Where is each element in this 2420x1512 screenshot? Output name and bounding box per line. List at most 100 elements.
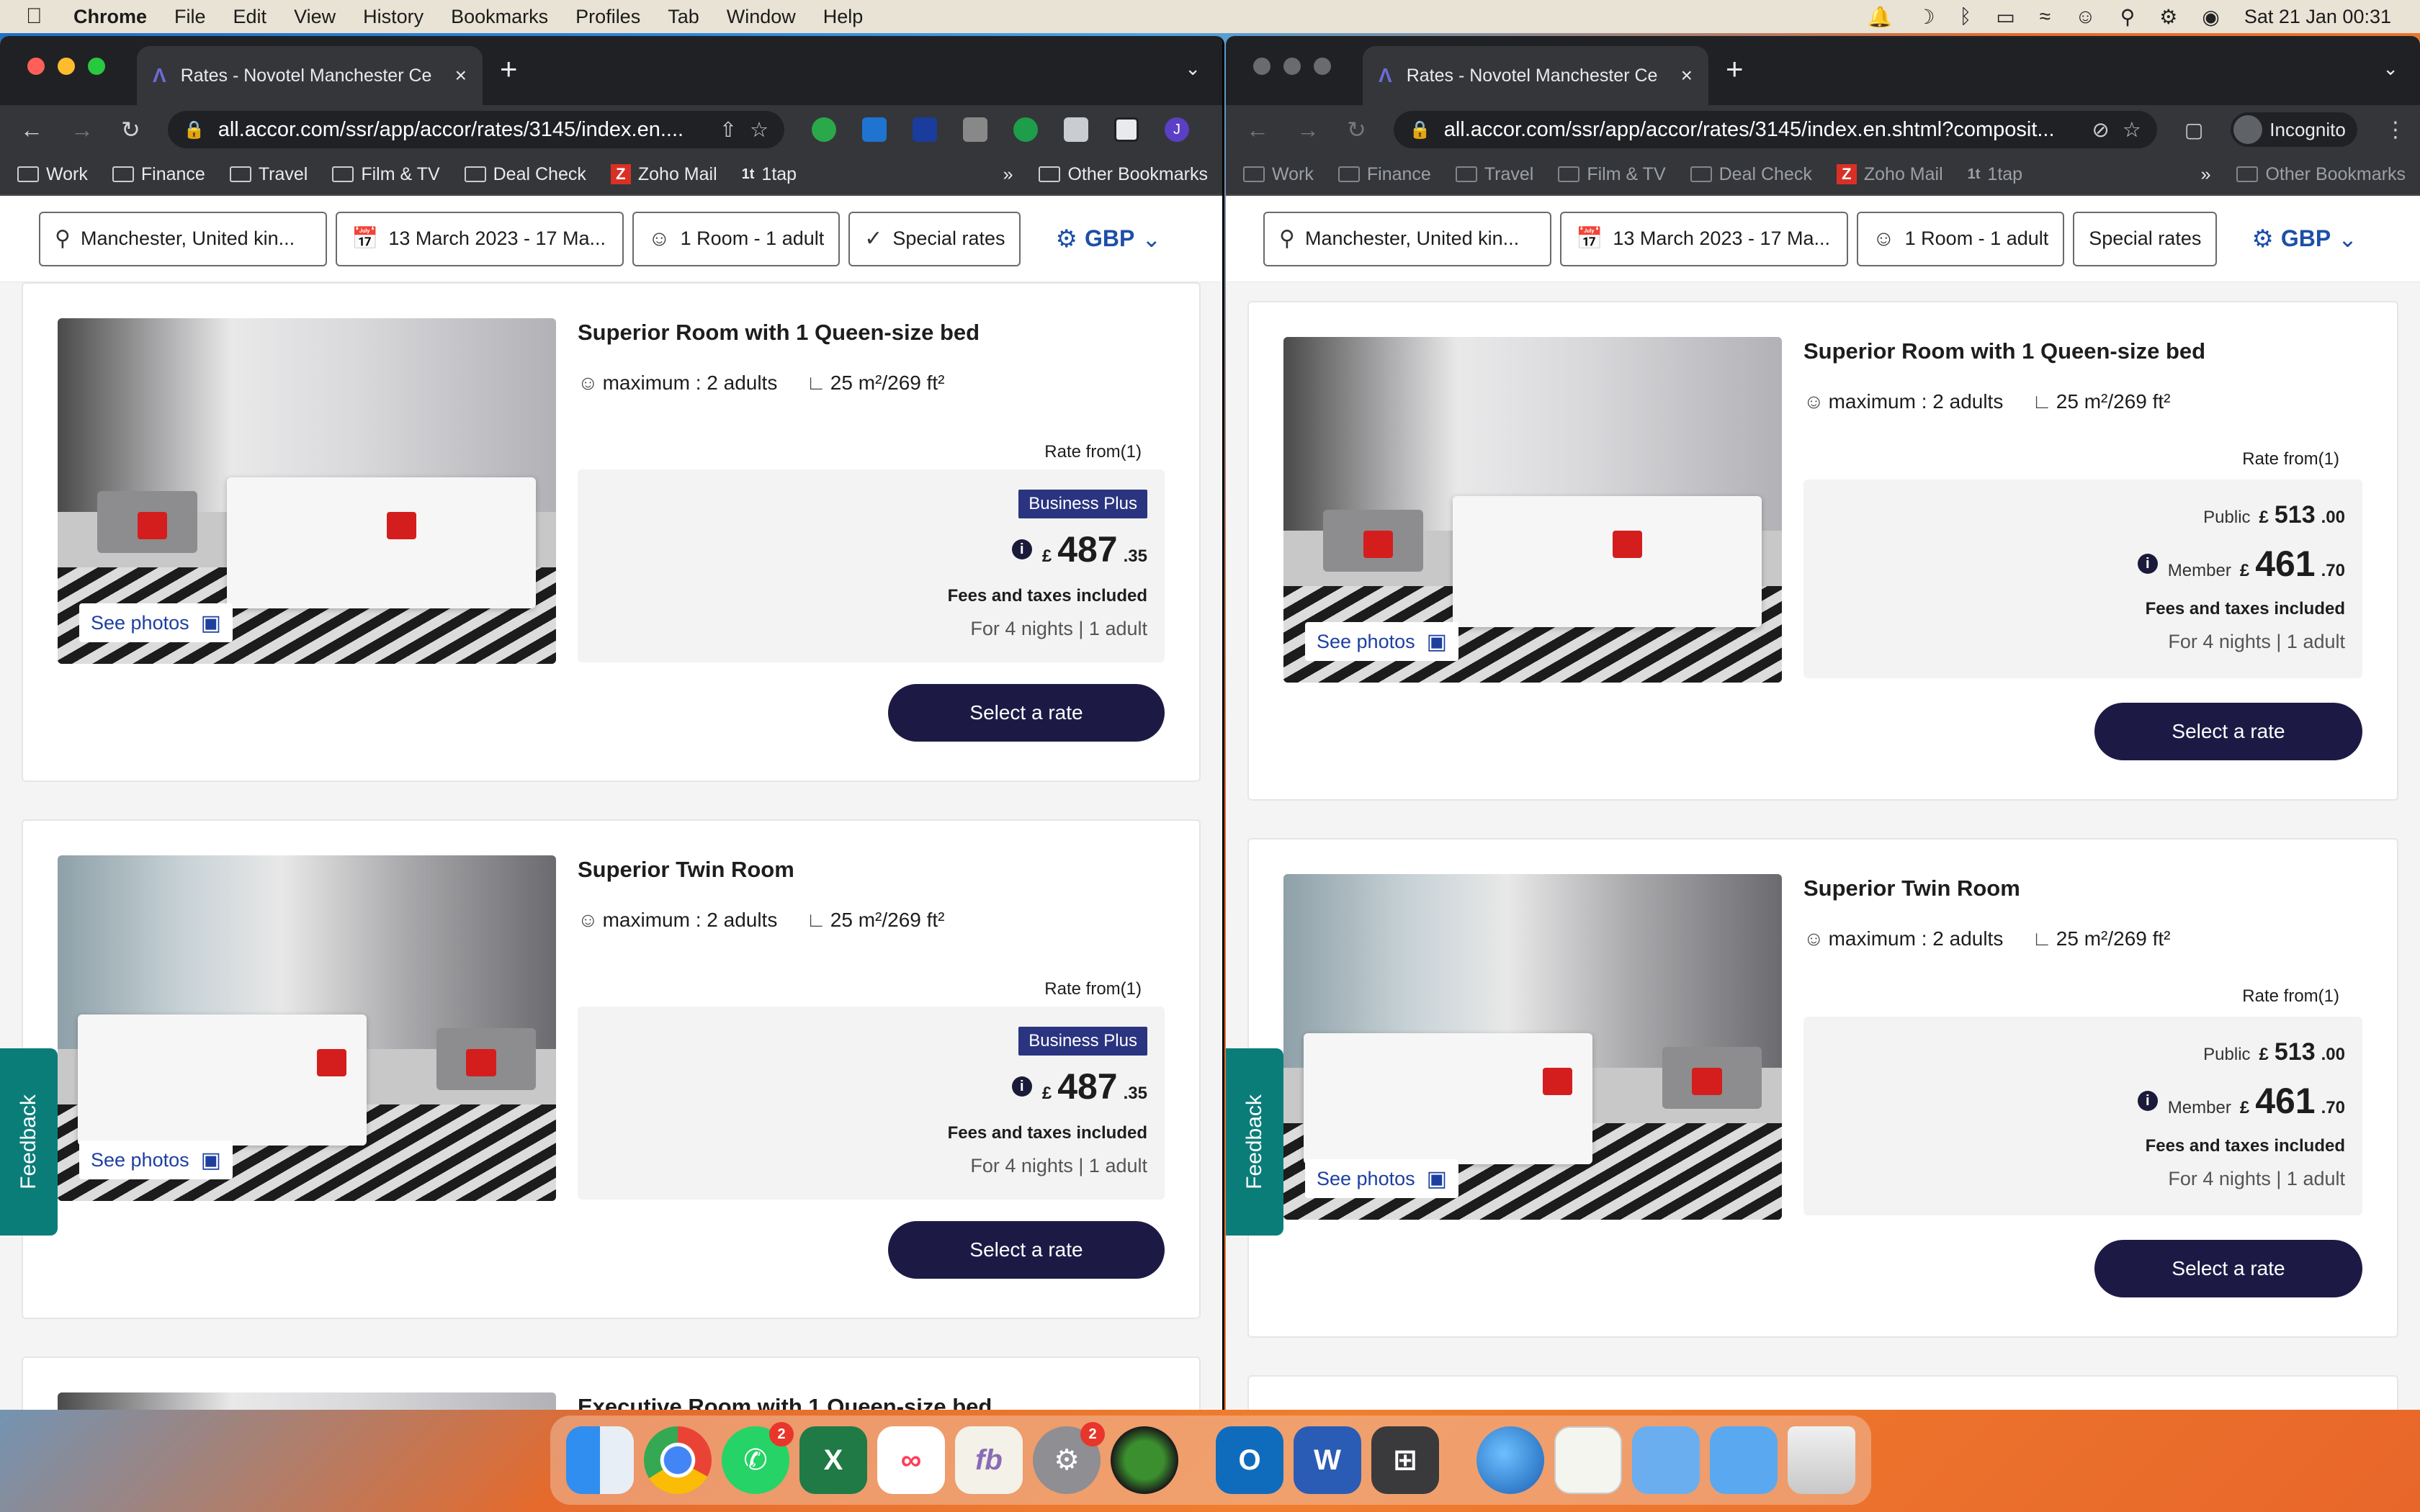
- reload-icon[interactable]: ↻: [121, 116, 140, 143]
- maximize-window-button[interactable]: [88, 58, 105, 75]
- system-settings-icon[interactable]: ⚙ 2: [1033, 1422, 1105, 1494]
- browser-tab[interactable]: Λ Rates - Novotel Manchester Ce ×: [1363, 46, 1708, 105]
- menu-history[interactable]: History: [363, 6, 424, 28]
- bookmark-deal-check[interactable]: Deal Check: [1690, 164, 1812, 185]
- excel-icon[interactable]: X: [799, 1426, 867, 1494]
- bookmark-deal-check[interactable]: Deal Check: [464, 164, 586, 185]
- info-icon[interactable]: i: [2137, 1091, 2158, 1111]
- back-arrow-icon[interactable]: ←: [1246, 117, 1269, 143]
- user-account-icon[interactable]: ☺: [2075, 5, 2096, 28]
- close-window-button[interactable]: [27, 58, 45, 75]
- bookmarks-overflow-icon[interactable]: »: [1003, 164, 1013, 185]
- extension-3-icon[interactable]: [913, 117, 937, 142]
- tab-search-chevron-icon[interactable]: ⌄: [1185, 58, 1201, 80]
- minimize-window-button[interactable]: [58, 58, 75, 75]
- maximize-window-button[interactable]: [1314, 58, 1331, 75]
- menu-tab[interactable]: Tab: [668, 6, 699, 28]
- bluetooth-icon[interactable]: ᛒ: [1960, 5, 1972, 28]
- bookmark-other[interactable]: » Other Bookmarks: [2201, 164, 2406, 185]
- network-globe-icon[interactable]: [1476, 1426, 1544, 1494]
- profile-avatar[interactable]: J: [1165, 117, 1189, 142]
- address-bar[interactable]: 🔒 all.accor.com/ssr/app/accor/rates/3145…: [167, 111, 784, 148]
- dates-filter[interactable]: 📅 13 March 2023 - 17 Ma...: [336, 211, 624, 266]
- new-tab-icon[interactable]: +: [1726, 52, 1744, 86]
- close-window-button[interactable]: [1253, 58, 1270, 75]
- outlook-icon[interactable]: O: [1216, 1426, 1283, 1494]
- spotlight-search-icon[interactable]: ⚲: [2120, 5, 2136, 29]
- browser-menu-icon[interactable]: ⋮: [1215, 117, 1222, 142]
- address-bar[interactable]: 🔒 all.accor.com/ssr/app/accor/rates/3145…: [1393, 111, 2157, 148]
- currency-selector[interactable]: ⚙ GBP ⌄: [2251, 225, 2357, 253]
- location-filter[interactable]: ⚲ Manchester, United kin...: [39, 211, 327, 266]
- select-rate-button[interactable]: Select a rate: [2094, 1240, 2362, 1297]
- globe-app-icon[interactable]: [1111, 1426, 1178, 1494]
- see-photos-button[interactable]: See photos ▣: [79, 603, 233, 642]
- menubar-clock[interactable]: Sat 21 Jan 00:31: [2244, 6, 2391, 28]
- evernote-icon[interactable]: [1013, 117, 1038, 142]
- menu-help[interactable]: Help: [823, 6, 864, 28]
- extension-1-icon[interactable]: [812, 117, 836, 142]
- focus-moon-icon[interactable]: ☽: [1917, 5, 1935, 29]
- side-panel-icon[interactable]: [1114, 117, 1139, 142]
- bookmark-travel[interactable]: Travel: [1455, 164, 1533, 185]
- bookmark-finance[interactable]: Finance: [112, 164, 205, 185]
- menu-file[interactable]: File: [174, 6, 206, 28]
- location-filter[interactable]: ⚲ Manchester, United kin...: [1263, 211, 1551, 266]
- close-tab-icon[interactable]: ×: [1681, 64, 1693, 87]
- calculator-icon[interactable]: ⊞: [1371, 1426, 1439, 1494]
- monday-icon[interactable]: ∞: [877, 1426, 945, 1494]
- puzzle-extensions-icon[interactable]: [1064, 117, 1088, 142]
- minimize-window-button[interactable]: [1283, 58, 1301, 75]
- bookmark-other[interactable]: » Other Bookmarks: [1003, 164, 1208, 185]
- bookmark-travel[interactable]: Travel: [229, 164, 308, 185]
- special-rates-filter[interactable]: Special rates: [2073, 211, 2218, 266]
- apple-menu-icon[interactable]: : [26, 4, 55, 29]
- siri-icon[interactable]: ◉: [2202, 5, 2219, 29]
- fb-app-icon[interactable]: fb: [955, 1426, 1023, 1494]
- special-rates-filter[interactable]: ✓ Special rates: [848, 211, 1021, 266]
- whatsapp-icon[interactable]: ✆ 2: [722, 1422, 794, 1494]
- incognito-indicator[interactable]: Incognito: [2231, 112, 2357, 147]
- menu-view[interactable]: View: [294, 6, 336, 28]
- download-icon[interactable]: [963, 117, 987, 142]
- menu-profiles[interactable]: Profiles: [575, 6, 640, 28]
- room-photo[interactable]: [58, 1392, 556, 1410]
- room-photo[interactable]: See photos ▣: [1283, 337, 1782, 683]
- forward-arrow-icon[interactable]: →: [1296, 117, 1319, 143]
- bookmark-star-icon[interactable]: ☆: [750, 117, 768, 143]
- reload-icon[interactable]: ↻: [1347, 116, 1366, 143]
- select-rate-button[interactable]: Select a rate: [888, 1221, 1165, 1279]
- back-arrow-icon[interactable]: ←: [20, 117, 43, 143]
- room-photo[interactable]: See photos ▣: [1283, 874, 1782, 1220]
- browser-menu-icon[interactable]: ⋮: [2385, 117, 2406, 143]
- control-center-icon[interactable]: ⚙: [2159, 5, 2177, 29]
- tab-search-chevron-icon[interactable]: ⌄: [2383, 58, 2398, 80]
- bookmark-finance[interactable]: Finance: [1337, 164, 1431, 185]
- new-tab-icon[interactable]: +: [500, 52, 518, 86]
- bookmark-work[interactable]: Work: [1243, 164, 1314, 185]
- info-icon[interactable]: i: [1011, 539, 1032, 559]
- word-icon[interactable]: W: [1294, 1426, 1361, 1494]
- notification-bell-icon[interactable]: 🔔: [1868, 5, 1893, 29]
- bookmark-film-tv[interactable]: Film & TV: [332, 164, 440, 185]
- select-rate-button[interactable]: Select a rate: [888, 684, 1165, 742]
- currency-selector[interactable]: ⚙ GBP ⌄: [1055, 225, 1161, 253]
- bookmark-1tap[interactable]: 1t 1tap: [1968, 164, 2022, 185]
- feedback-tab[interactable]: Feedback: [1226, 1048, 1283, 1236]
- menu-bookmarks[interactable]: Bookmarks: [451, 6, 548, 28]
- downloads-folder-icon[interactable]: [1710, 1426, 1778, 1494]
- bookmark-star-icon[interactable]: ☆: [2123, 117, 2141, 143]
- select-rate-button[interactable]: Select a rate: [2094, 703, 2362, 760]
- info-icon[interactable]: i: [1011, 1076, 1032, 1097]
- forward-arrow-icon[interactable]: →: [71, 117, 94, 143]
- finder-icon[interactable]: [566, 1426, 634, 1494]
- trash-icon[interactable]: [1788, 1426, 1855, 1494]
- chrome-icon[interactable]: [644, 1426, 712, 1494]
- side-panel-icon[interactable]: ▢: [2184, 118, 2203, 142]
- feedback-tab[interactable]: Feedback: [0, 1048, 58, 1236]
- extension-2-icon[interactable]: [862, 117, 887, 142]
- guests-filter[interactable]: ☺ 1 Room - 1 adult: [632, 211, 841, 266]
- info-icon[interactable]: i: [2137, 554, 2158, 574]
- menu-edit[interactable]: Edit: [233, 6, 267, 28]
- see-photos-button[interactable]: See photos ▣: [1305, 622, 1458, 661]
